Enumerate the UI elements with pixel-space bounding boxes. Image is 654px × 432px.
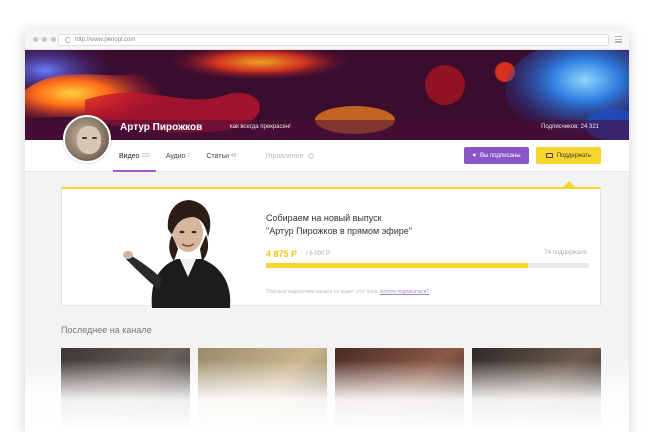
address-bar[interactable]: http://www.penopl.com	[58, 34, 609, 46]
hamburger-icon[interactable]	[615, 36, 622, 43]
channel-avatar[interactable]	[63, 115, 111, 163]
url-text: http://www.penopl.com	[75, 37, 136, 43]
latest-section-title: Последнее на канале	[61, 325, 152, 335]
supporters-count: 74 поддержало	[544, 250, 587, 256]
goal-progress-bar	[266, 263, 589, 268]
tab-management[interactable]: Управление	[257, 140, 322, 172]
progress-fill	[266, 263, 529, 268]
support-goal-card: Собираем на новый выпуск "Артур Пирожков…	[61, 187, 601, 308]
tab-count: 7	[187, 153, 191, 159]
banner-artwork	[25, 50, 629, 140]
tab-label: Управление	[264, 152, 304, 160]
subscribe-link[interactable]: Хотите подписаться?	[380, 289, 429, 295]
goal-title: Собираем на новый выпуск "Артур Пирожков…	[266, 212, 412, 238]
subscribed-button[interactable]: ♥ Вы подписаны	[464, 147, 529, 164]
support-button[interactable]: Поддержать	[536, 147, 601, 164]
window-dot[interactable]	[51, 37, 56, 42]
tab-count: 123	[141, 153, 150, 159]
note-text: Платные подписчики канала не видят этот …	[266, 289, 379, 295]
browser-window: http://www.penopl.com Артур Пирожков как…	[25, 30, 629, 432]
bottom-fade	[25, 360, 629, 432]
channel-name[interactable]: Артур Пирожков	[120, 122, 202, 133]
subscribed-label: Вы подписаны	[480, 152, 521, 159]
browser-toolbar: http://www.penopl.com	[25, 30, 629, 50]
subscriber-count: Подписчиков: 24 321	[541, 124, 599, 130]
support-label: Поддержать	[556, 152, 592, 159]
channel-tabs: Видео 123 Аудио 7 Статьи 48 Управление	[111, 140, 322, 172]
target-amount: / 6 000 Р	[306, 251, 331, 257]
tab-label: Статьи	[206, 152, 230, 160]
goal-title-line: "Артур Пирожков в прямом эфире"	[266, 226, 412, 236]
tab-audio[interactable]: Аудио 7	[158, 140, 199, 172]
card-icon	[545, 153, 553, 158]
window-dot[interactable]	[33, 37, 38, 42]
tab-label: Аудио	[165, 152, 186, 160]
goal-title-line: Собираем на новый выпуск	[266, 213, 382, 223]
tab-count: 48	[231, 153, 237, 159]
tab-articles[interactable]: Статьи 48	[198, 140, 244, 172]
tab-label: Видео	[119, 152, 140, 160]
raised-amount: 4 875 Р	[266, 249, 298, 259]
artist-photo	[123, 200, 231, 308]
channel-banner	[25, 50, 629, 140]
window-controls	[33, 37, 56, 42]
reload-icon[interactable]	[65, 37, 71, 43]
channel-tagline: как всегда прекрасен!	[230, 124, 291, 130]
tab-video[interactable]: Видео 123	[111, 140, 158, 172]
heart-icon: ♥	[472, 152, 477, 159]
subscriber-note: Платные подписчики канала не видят этот …	[266, 289, 429, 295]
gear-icon	[307, 153, 314, 159]
window-dot[interactable]	[42, 37, 47, 42]
